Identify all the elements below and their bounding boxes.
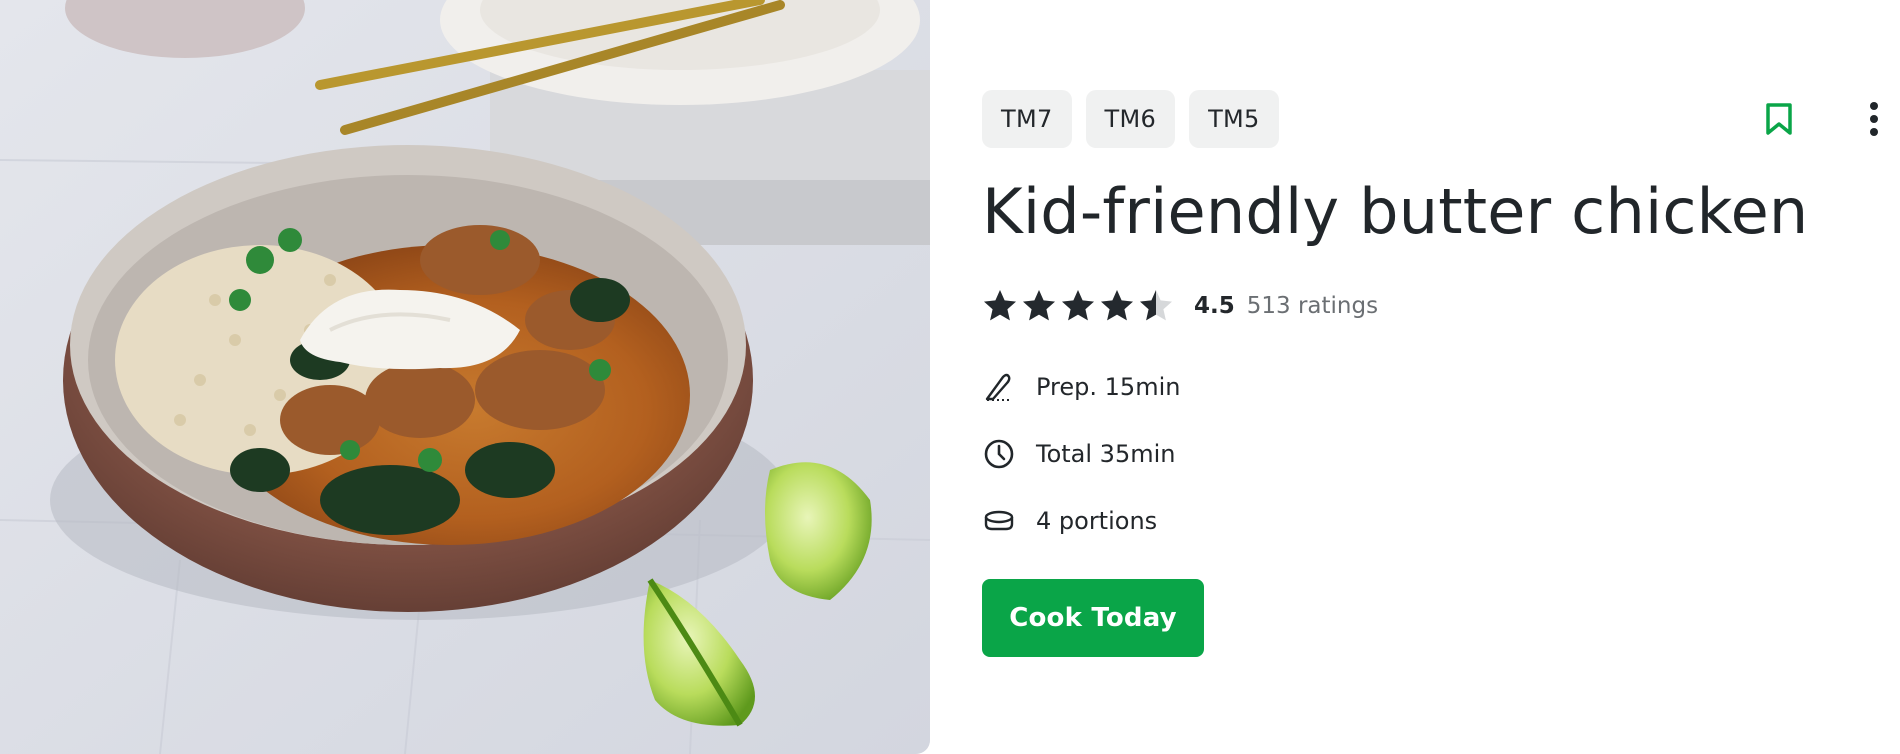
bowl-icon	[982, 504, 1016, 538]
prep-time-row: Prep. 15min	[982, 367, 1180, 407]
clock-icon	[982, 437, 1016, 471]
more-vertical-icon	[1870, 102, 1878, 136]
tag-tm6[interactable]: TM6	[1085, 90, 1176, 148]
star-icon	[1023, 290, 1055, 321]
bookmark-icon	[1766, 103, 1792, 135]
total-time: Total 35min	[1036, 440, 1176, 468]
recipe-title: Kid-friendly butter chicken	[982, 175, 1809, 248]
star-icon	[1140, 290, 1172, 321]
recipe-info-panel: TM7 TM6 TM5 Kid-friendly butter chicken …	[982, 0, 1900, 754]
device-tags: TM7 TM6 TM5	[982, 90, 1279, 148]
tag-tm7[interactable]: TM7	[982, 90, 1072, 148]
cook-today-button[interactable]: Cook Today	[982, 579, 1204, 657]
rating-count: 513 ratings	[1246, 293, 1379, 319]
portions-row: 4 portions	[982, 501, 1157, 541]
star-icon	[1062, 290, 1094, 321]
star-icon	[1101, 290, 1133, 321]
rating-value: 4.5	[1194, 293, 1235, 319]
rating-stars	[982, 288, 1174, 324]
total-time-row: Total 35min	[982, 434, 1175, 474]
prep-time: Prep. 15min	[1036, 373, 1181, 401]
star-icon	[984, 290, 1016, 321]
portions: 4 portions	[1036, 507, 1158, 535]
knife-icon	[982, 370, 1016, 404]
tag-tm5[interactable]: TM5	[1189, 90, 1279, 148]
food-photo-illustration	[0, 0, 930, 754]
bookmark-button[interactable]	[1760, 98, 1798, 140]
rating-row[interactable]: 4.5 513 ratings	[982, 286, 1378, 326]
more-options-button[interactable]	[1862, 98, 1886, 140]
recipe-hero-image	[0, 0, 930, 754]
